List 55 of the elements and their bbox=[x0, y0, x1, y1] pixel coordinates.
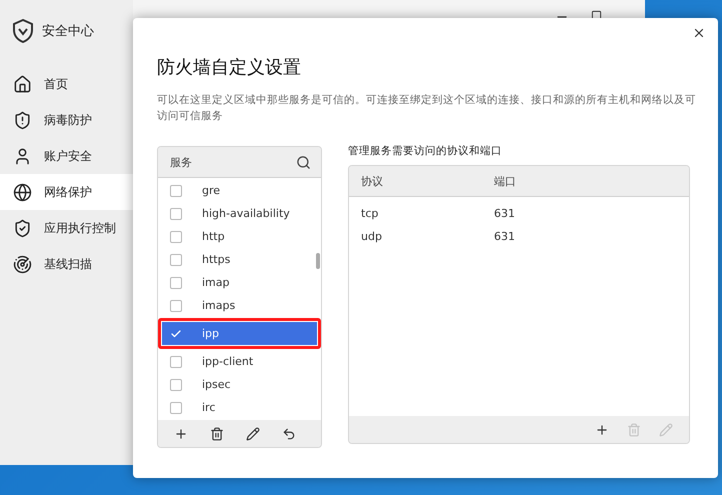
shield-logo-icon bbox=[12, 19, 34, 43]
column-header: 端口 bbox=[494, 174, 517, 188]
radar-icon bbox=[13, 254, 32, 274]
dialog-description: 可以在这里定义区域中那些服务是可信的。可连接至绑定到这个区域的连接、接口和源的所有主机和网络以及可访问可信服务 bbox=[157, 93, 697, 124]
checkbox[interactable] bbox=[170, 328, 182, 340]
service-row[interactable]: high-availability bbox=[158, 202, 321, 225]
checkbox[interactable] bbox=[170, 230, 182, 242]
services-header: 服务 bbox=[170, 154, 192, 170]
undo-icon bbox=[282, 426, 296, 440]
service-row[interactable]: irc bbox=[158, 396, 321, 419]
user-icon bbox=[13, 146, 32, 166]
checkbox[interactable] bbox=[170, 356, 182, 368]
trash-icon bbox=[627, 422, 641, 436]
sidebar-item[interactable]: 账户安全 bbox=[0, 138, 133, 174]
pencil-button[interactable] bbox=[244, 424, 262, 442]
globe-icon bbox=[13, 182, 32, 202]
checkbox[interactable] bbox=[170, 184, 182, 196]
ports-label: 管理服务需要访问的协议和端口 bbox=[348, 144, 503, 158]
pencil-icon bbox=[246, 426, 260, 440]
service-row[interactable]: ipsec bbox=[158, 373, 321, 396]
pencil-icon bbox=[659, 422, 673, 436]
checkbox[interactable] bbox=[170, 300, 182, 312]
table-cell-text: 631 bbox=[494, 230, 516, 243]
search-icon[interactable] bbox=[296, 154, 311, 170]
sidebar-item[interactable]: 基线扫描 bbox=[0, 246, 133, 282]
service-row[interactable]: ipp bbox=[158, 318, 321, 349]
shield-alert-icon bbox=[13, 110, 32, 130]
service-row[interactable]: imap bbox=[158, 271, 321, 294]
checkbox[interactable] bbox=[170, 276, 182, 288]
checkbox[interactable] bbox=[170, 402, 182, 414]
sidebar-item[interactable]: 病毒防护 bbox=[0, 102, 133, 138]
app-title: 安全中心 bbox=[42, 23, 94, 40]
service-row[interactable]: imaps bbox=[158, 294, 321, 317]
checkbox[interactable] bbox=[170, 208, 182, 220]
plus-icon bbox=[595, 422, 609, 436]
plus-icon bbox=[174, 426, 188, 440]
table-cell-text: tcp bbox=[361, 207, 380, 220]
home-icon bbox=[13, 74, 32, 94]
checkbox[interactable] bbox=[170, 378, 182, 390]
sidebar-item[interactable]: 应用执行控制 bbox=[0, 210, 133, 246]
scrollbar-thumb[interactable] bbox=[316, 253, 320, 269]
table-cell-text: 631 bbox=[494, 207, 516, 220]
dialog-title: 防火墙自定义设置 bbox=[157, 56, 302, 79]
column-header: 协议 bbox=[361, 174, 384, 188]
table-cell-text: udp bbox=[361, 230, 383, 243]
sidebar-item[interactable]: 网络保护 bbox=[0, 174, 133, 210]
service-row[interactable]: ipp-client bbox=[158, 350, 321, 373]
checkbox[interactable] bbox=[170, 254, 182, 266]
sidebar-item[interactable]: 首页 bbox=[0, 66, 133, 102]
service-row[interactable]: https bbox=[158, 248, 321, 271]
trash-icon bbox=[210, 426, 224, 440]
service-row[interactable]: gre bbox=[158, 179, 321, 202]
close-icon bbox=[692, 26, 706, 40]
service-row[interactable]: http bbox=[158, 225, 321, 248]
shield-check-icon bbox=[13, 218, 32, 238]
